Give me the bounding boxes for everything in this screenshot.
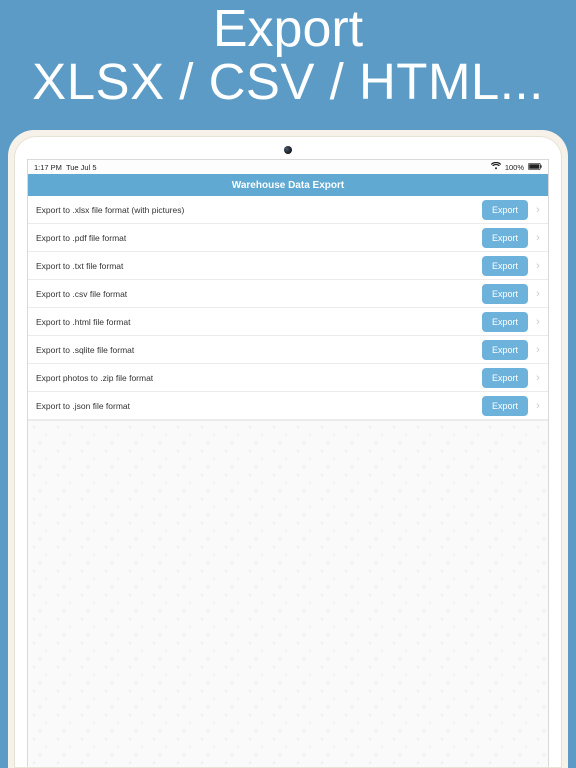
chevron-right-icon: ›: [534, 400, 542, 412]
status-bar: 1:17 PM Tue Jul 5 100%: [28, 160, 548, 174]
row-label: Export to .xlsx file format (with pictur…: [36, 205, 476, 215]
camera-icon: [284, 146, 292, 154]
export-list: Export to .xlsx file format (with pictur…: [28, 196, 548, 420]
export-button[interactable]: Export: [482, 200, 528, 220]
row-label: Export to .json file format: [36, 401, 476, 411]
status-date: Tue Jul 5: [66, 163, 97, 172]
battery-icon: [528, 163, 542, 172]
list-item[interactable]: Export to .html file format Export ›: [28, 308, 548, 336]
list-item[interactable]: Export photos to .zip file format Export…: [28, 364, 548, 392]
wifi-icon: [491, 162, 501, 172]
row-label: Export to .pdf file format: [36, 233, 476, 243]
navbar-title: Warehouse Data Export: [232, 180, 344, 191]
row-label: Export to .html file format: [36, 317, 476, 327]
list-item[interactable]: Export to .json file format Export ›: [28, 392, 548, 420]
device-frame: 1:17 PM Tue Jul 5 100% Warehouse: [8, 130, 568, 768]
chevron-right-icon: ›: [534, 316, 542, 328]
promo-stage: Export XLSX / CSV / HTML... 1:17 PM Tue …: [0, 0, 576, 768]
app-screen: 1:17 PM Tue Jul 5 100% Warehouse: [27, 159, 549, 767]
chevron-right-icon: ›: [534, 260, 542, 272]
export-button[interactable]: Export: [482, 312, 528, 332]
row-label: Export photos to .zip file format: [36, 373, 476, 383]
content-background: [28, 420, 548, 767]
device-inner: 1:17 PM Tue Jul 5 100% Warehouse: [14, 136, 562, 768]
chevron-right-icon: ›: [534, 372, 542, 384]
list-item[interactable]: Export to .pdf file format Export ›: [28, 224, 548, 252]
chevron-right-icon: ›: [534, 344, 542, 356]
export-button[interactable]: Export: [482, 228, 528, 248]
export-button[interactable]: Export: [482, 284, 528, 304]
chevron-right-icon: ›: [534, 232, 542, 244]
row-label: Export to .sqlite file format: [36, 345, 476, 355]
list-item[interactable]: Export to .csv file format Export ›: [28, 280, 548, 308]
list-item[interactable]: Export to .txt file format Export ›: [28, 252, 548, 280]
export-button[interactable]: Export: [482, 340, 528, 360]
banner-title: Export: [0, 0, 576, 57]
navbar: Warehouse Data Export: [28, 174, 548, 196]
row-label: Export to .csv file format: [36, 289, 476, 299]
list-item[interactable]: Export to .xlsx file format (with pictur…: [28, 196, 548, 224]
list-item[interactable]: Export to .sqlite file format Export ›: [28, 336, 548, 364]
row-label: Export to .txt file format: [36, 261, 476, 271]
export-button[interactable]: Export: [482, 256, 528, 276]
export-button[interactable]: Export: [482, 368, 528, 388]
chevron-right-icon: ›: [534, 288, 542, 300]
status-time: 1:17 PM: [34, 163, 62, 172]
status-battery-pct: 100%: [505, 163, 524, 172]
banner-subtitle: XLSX / CSV / HTML...: [0, 55, 576, 109]
chevron-right-icon: ›: [534, 204, 542, 216]
export-button[interactable]: Export: [482, 396, 528, 416]
